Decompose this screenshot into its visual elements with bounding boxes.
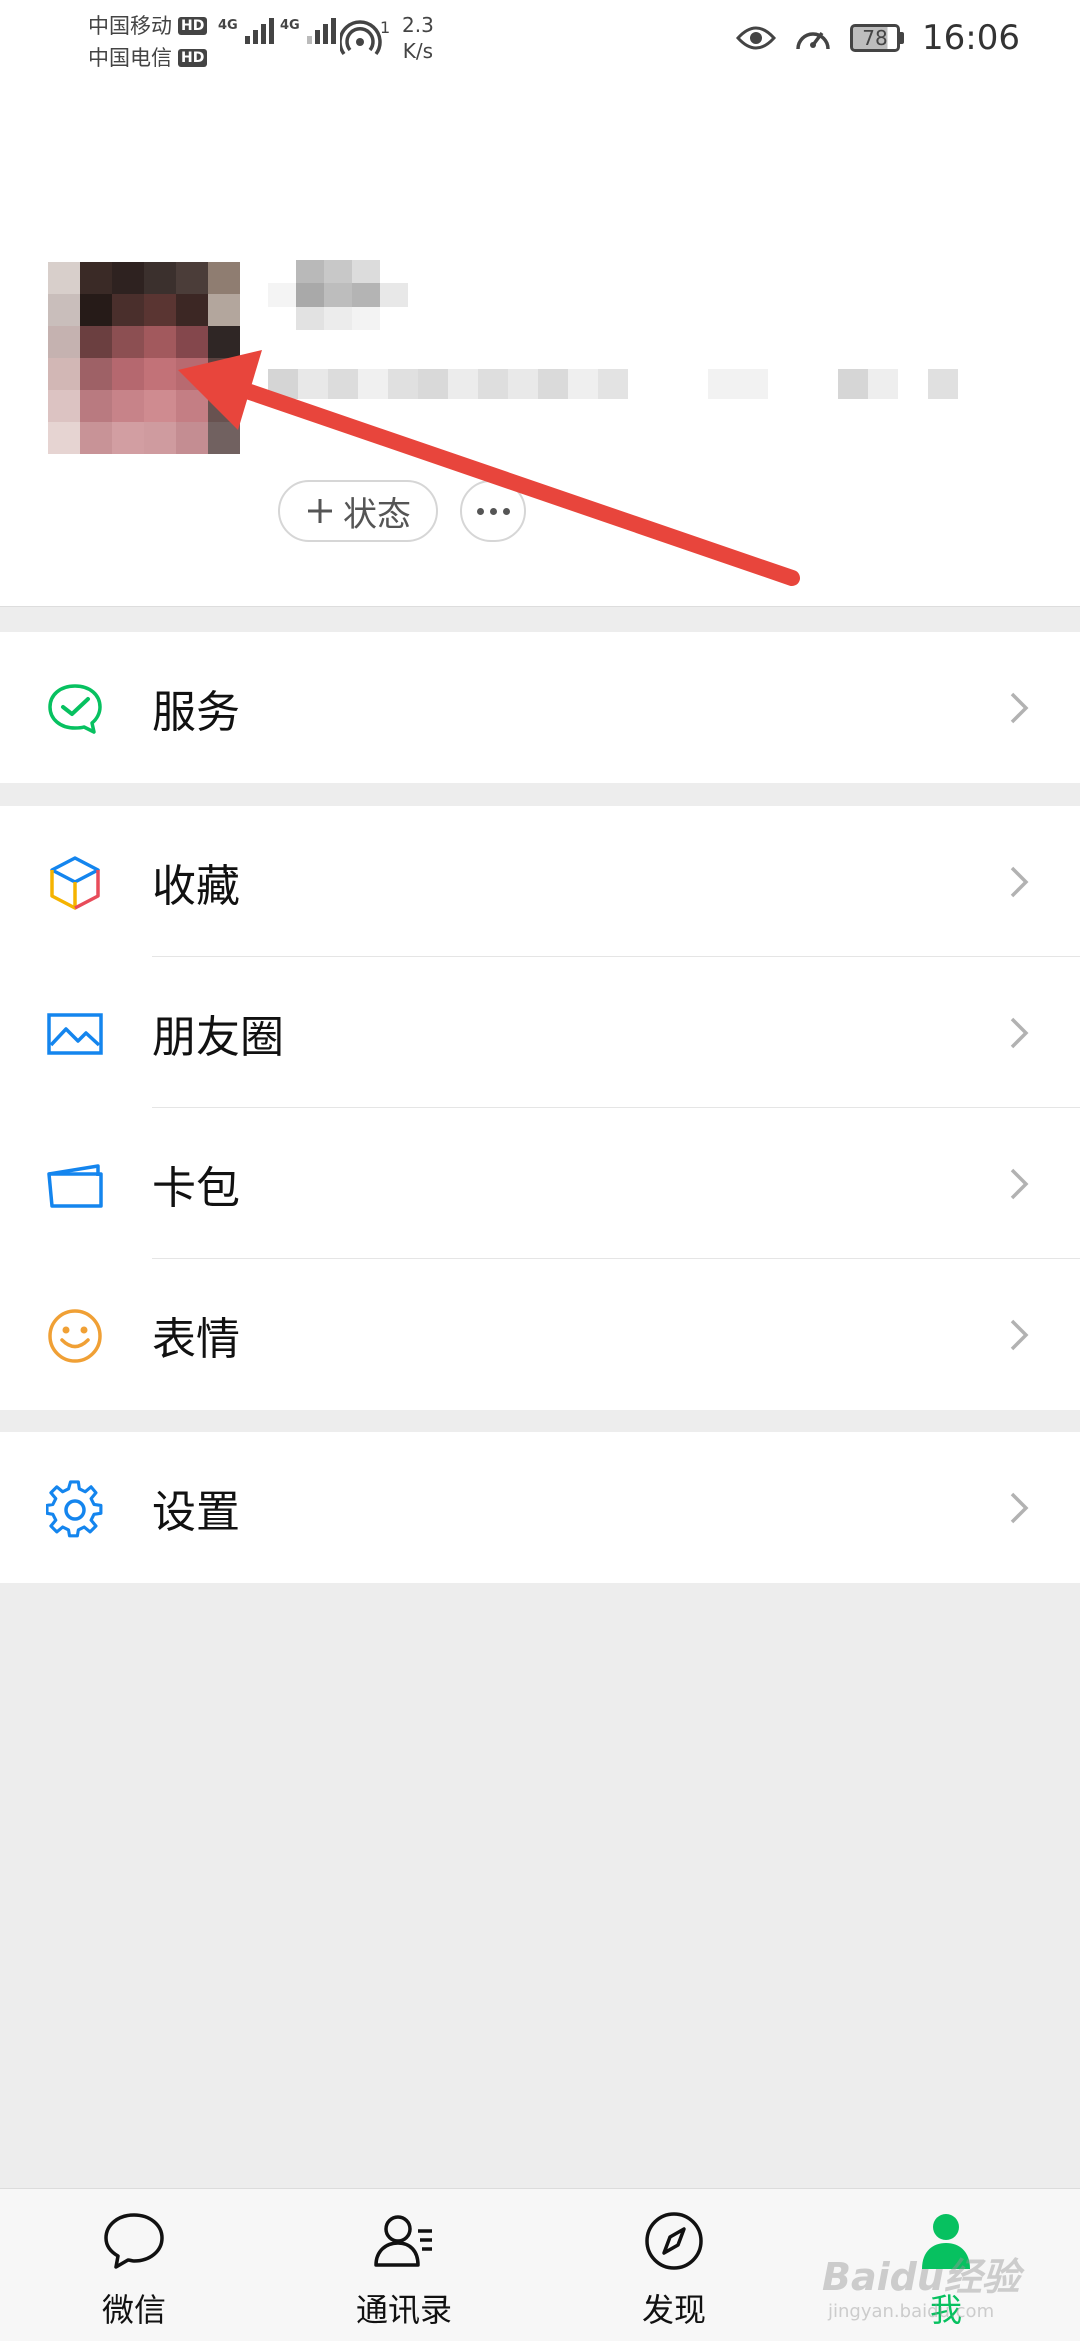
tab-label-chats: 微信 (101, 2291, 166, 2329)
more-button[interactable] (460, 480, 526, 542)
carrier-1-name: 中国移动 (88, 14, 172, 38)
chevron-right-icon (1010, 1319, 1029, 1351)
carrier-info: 中国移动 HD 中国电信 HD (88, 10, 208, 74)
person-icon (922, 2214, 970, 2269)
hotspot-count: 1 (380, 18, 391, 37)
signal-2-icon: 4G (280, 18, 336, 44)
menu-item-services[interactable]: 服务 (0, 632, 1080, 783)
tab-contacts[interactable]: 通讯录 (304, 2189, 504, 2341)
menu-item-stickers[interactable]: 表情 (0, 1259, 1080, 1410)
avatar[interactable] (48, 262, 240, 454)
speed-value: 2.3 (402, 13, 434, 37)
signal-1-icon: 4G (218, 18, 274, 44)
tab-label-discover: 发现 (641, 2291, 706, 2329)
eye-icon (736, 26, 777, 50)
menu-label-stickers: 表情 (152, 1313, 240, 1365)
chevron-right-icon (1010, 1168, 1029, 1200)
menu-group-main: 收藏 朋友圈 卡包 表情 (0, 806, 1080, 1410)
status-button-label: 状态 (343, 494, 411, 535)
chevron-right-icon (1010, 1492, 1029, 1524)
clock: 16:06 (922, 18, 1020, 58)
tab-label-contacts: 通讯录 (355, 2291, 452, 2329)
nickname-blurred (268, 260, 408, 330)
menu-item-favorites[interactable]: 收藏 (0, 806, 1080, 957)
chevron-right-icon (1010, 1017, 1029, 1049)
tab-label-me: 我 (929, 2291, 962, 2329)
menu-label-services: 服务 (152, 686, 240, 738)
tab-me[interactable]: 我 (846, 2189, 1046, 2341)
hotspot-icon (340, 20, 382, 56)
ellipsis-icon (476, 507, 484, 515)
menu-label-card-wallet: 卡包 (152, 1162, 240, 1214)
wechat-id-blurred[interactable] (268, 354, 1038, 414)
carrier-2-name: 中国电信 (88, 46, 172, 70)
compass-icon (645, 2212, 703, 2270)
chevron-right-icon (1010, 692, 1029, 724)
status-bar: 中国移动 HD 中国电信 HD 4G 4G 1 2.3 K/s 78 16:06 (0, 0, 1080, 84)
battery-icon: 78 (850, 24, 905, 52)
menu-label-favorites: 收藏 (152, 860, 240, 912)
menu-label-moments: 朋友圈 (152, 1011, 284, 1063)
plus-icon (308, 499, 332, 523)
contacts-icon (374, 2215, 432, 2267)
menu-group-services: 服务 (0, 632, 1080, 783)
menu-item-card-wallet[interactable]: 卡包 (0, 1108, 1080, 1259)
network-speed: 2.3 K/s (402, 12, 434, 64)
menu-item-settings[interactable]: 设置 (0, 1432, 1080, 1583)
hd-badge: HD (178, 17, 208, 35)
image-icon (47, 1013, 103, 1055)
battery-level: 78 (850, 24, 901, 52)
profile-header[interactable]: 状态 (0, 84, 1080, 607)
smiley-icon (48, 1309, 102, 1363)
chat-bubble-icon (104, 2213, 164, 2269)
add-status-button[interactable]: 状态 (278, 480, 438, 542)
menu-item-moments[interactable]: 朋友圈 (0, 957, 1080, 1108)
card-icon (47, 1164, 103, 1208)
status-right: 78 16:06 (736, 18, 1020, 58)
tab-discover[interactable]: 发现 (574, 2189, 774, 2341)
network-1-label: 4G (218, 18, 238, 33)
chevron-right-icon (1010, 866, 1029, 898)
tab-chats[interactable]: 微信 (34, 2189, 234, 2341)
menu-label-settings: 设置 (152, 1486, 240, 1538)
gear-icon (46, 1480, 103, 1538)
speed-unit: K/s (402, 39, 434, 63)
cube-icon (50, 856, 100, 910)
services-icon (48, 684, 102, 734)
bottom-tab-bar: 微信 通讯录 发现 我 (0, 2188, 1080, 2341)
speedometer-icon (796, 31, 830, 50)
network-2-label: 4G (280, 18, 300, 33)
menu-group-settings: 设置 (0, 1432, 1080, 1583)
hd-badge: HD (178, 49, 208, 67)
